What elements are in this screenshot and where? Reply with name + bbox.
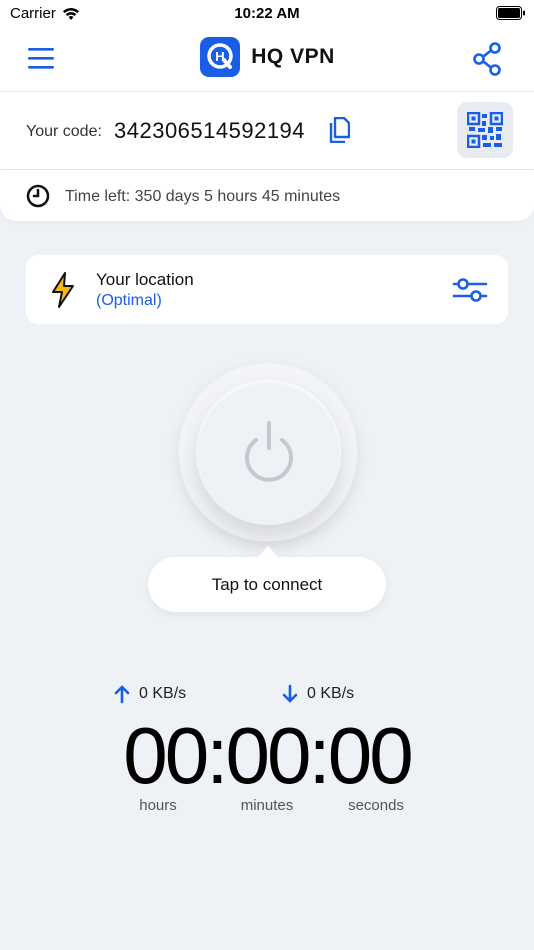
location-title: Your location: [96, 270, 194, 289]
location-selector[interactable]: Your location (Optimal): [26, 255, 508, 324]
download-speed: 0 KB/s: [281, 684, 354, 704]
upload-speed-value: 0 KB/s: [139, 685, 187, 702]
location-subtitle: (Optimal): [96, 292, 162, 309]
connect-tooltip: Tap to connect: [148, 557, 386, 612]
app-logo-icon: H: [200, 37, 241, 77]
copy-icon[interactable]: [328, 117, 350, 143]
download-speed-value: 0 KB/s: [307, 685, 355, 702]
code-label: Your code:: [26, 123, 102, 140]
timer-minutes-label: minutes: [240, 797, 294, 814]
time-left-text: Time left: 350 days 5 hours 45 minutes: [65, 188, 341, 205]
power-icon: [244, 420, 293, 482]
sliders-icon[interactable]: [452, 276, 488, 304]
clock-icon: [26, 184, 50, 208]
arrow-down-icon: [282, 684, 298, 703]
status-time: 10:22 AM: [234, 5, 300, 22]
upload-speed: 0 KB/s: [113, 684, 186, 704]
arrow-up-icon: [114, 685, 130, 704]
lightning-bolt-icon: [52, 272, 74, 308]
code-value[interactable]: 342306514592194: [114, 118, 305, 144]
timer-seconds-label: seconds: [348, 797, 404, 814]
nav-bar: H HQ VPN: [0, 28, 534, 92]
battery-icon: [496, 6, 525, 20]
qr-code-button[interactable]: [457, 102, 513, 158]
qr-code-icon: [467, 112, 503, 148]
user-code-row: Your code: 342306514592194: [0, 92, 534, 170]
share-icon[interactable]: [472, 42, 504, 76]
app-brand: H HQ VPN: [0, 36, 534, 78]
logo-letter: H: [216, 49, 225, 64]
time-left-row: Time left: 350 days 5 hours 45 minutes: [0, 170, 534, 221]
connection-timer: 00:00:00: [123, 711, 413, 800]
status-bar: Carrier 10:22 AM: [0, 0, 534, 28]
app-name: HQ VPN: [251, 45, 335, 68]
tooltip-text: Tap to connect: [211, 574, 323, 594]
timer-hours-label: hours: [139, 797, 177, 814]
connect-button[interactable]: [196, 380, 341, 525]
